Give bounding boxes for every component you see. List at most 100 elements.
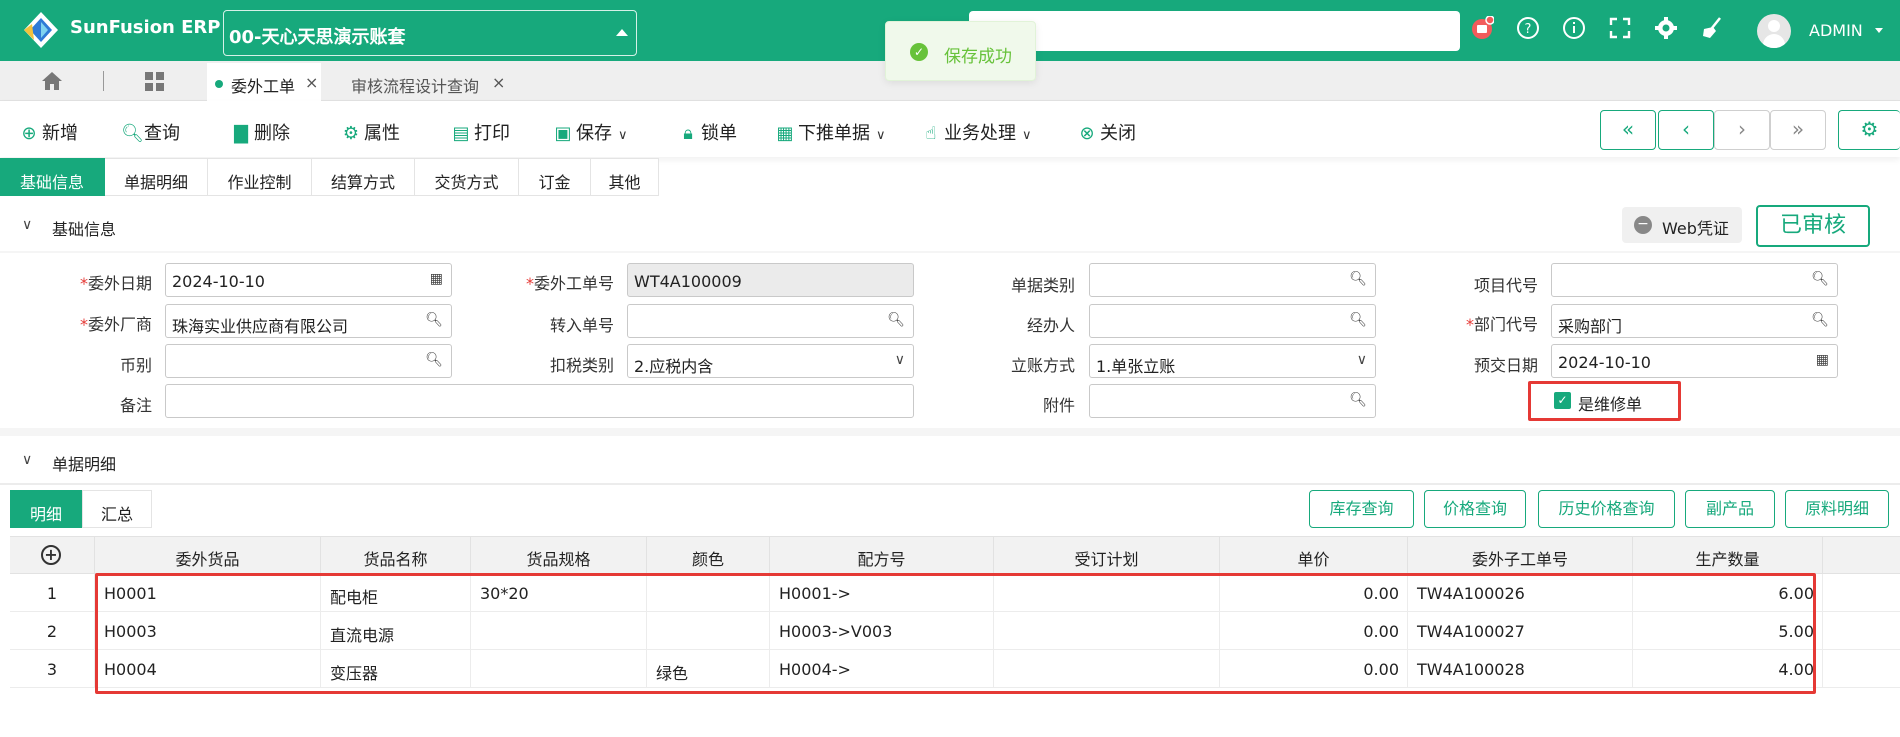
search-icon[interactable]: 🔍︎ [1811,271,1829,287]
clean-broom-icon[interactable] [1698,16,1726,44]
chevron-down-icon[interactable]: ∨ [895,352,905,368]
account-mode-label: 立账方式 [1010,356,1075,375]
bill-type-field[interactable]: 🔍︎ [1089,263,1376,297]
user-avatar[interactable] [1757,14,1791,48]
search-icon[interactable]: 🔍︎ [1349,392,1367,408]
search-icon[interactable]: 🔍︎ [425,312,443,328]
tab-other[interactable]: 其他 [591,158,659,196]
fullscreen-icon[interactable] [1606,16,1634,44]
by-product-button[interactable]: 副产品 [1685,490,1775,528]
help-icon[interactable]: ? [1514,16,1542,44]
col-color[interactable]: 颜色 [647,537,770,574]
material-detail-button[interactable]: 原料明细 [1785,490,1889,528]
account-mode-select[interactable]: 1.单张立账 ∨ [1089,344,1376,378]
workspace-tab[interactable] [135,61,175,101]
tax-type-select[interactable]: 2.应税内含 ∨ [627,344,914,378]
basic-info-section-header[interactable]: ∨ 基础信息 [0,201,1900,251]
save-success-toast: ✓ 保存成功 [885,21,1036,81]
push-down-label: 下推单据 [798,123,870,144]
tab-label: 审核流程设计查询 [351,77,480,96]
tab-outsource-order[interactable]: 委外工单 × [207,63,321,101]
price-query-button[interactable]: 价格查询 [1424,490,1526,528]
handler-field[interactable]: 🔍︎ [1089,304,1376,338]
col-unit-price[interactable]: 单价 [1220,537,1408,574]
tab-delivery[interactable]: 交货方式 [415,158,519,196]
history-price-query-button[interactable]: 历史价格查询 [1538,490,1675,528]
col-item-name[interactable]: 货品名称 [321,537,471,574]
search-icon[interactable]: 🔍︎ [1811,312,1829,328]
outsource-no-field[interactable]: WT4A100009 [627,263,914,297]
project-label: 项目代号 [1473,276,1538,295]
user-name[interactable]: ADMIN [1809,21,1863,40]
notification-bell-icon[interactable] [1468,15,1496,44]
tab-settlement[interactable]: 结算方式 [312,158,415,196]
web-voucher-button[interactable]: − Web凭证 [1622,207,1742,243]
close-button[interactable]: ⊗ 关闭 [1077,119,1136,145]
print-button[interactable]: ▤ 打印 [451,119,510,145]
project-field[interactable]: 🔍︎ [1551,263,1838,297]
attachment-field[interactable]: 🔍︎ [1089,384,1376,418]
attachment-label: 附件 [1042,396,1075,415]
dept-field[interactable]: 采购部门 🔍︎ [1551,304,1838,338]
search-icon[interactable]: 🔍︎ [425,352,443,368]
tab-audit-flow-query[interactable]: 审核流程设计查询 × [330,63,510,101]
remark-field[interactable] [165,384,914,418]
business-button[interactable]: ☝ 业务处理 ∨ [921,119,1032,145]
tab-summary[interactable]: 汇总 [82,490,152,528]
transfer-no-field[interactable]: 🔍︎ [627,304,914,338]
col-formula[interactable]: 配方号 [770,537,994,574]
tab-detail[interactable]: 明细 [10,490,82,528]
svg-text:?: ? [1525,22,1532,37]
close-tab-icon[interactable]: × [492,73,505,92]
tab-divider [103,71,104,91]
previous-record-button[interactable]: ‹ [1658,110,1714,150]
transfer-no-label: 转入单号 [549,316,614,335]
lock-button[interactable]: 🔒︎ 锁单 [678,119,737,145]
save-button[interactable]: ▣ 保存 ∨ [553,119,627,145]
vendor-field[interactable]: 珠海实业供应商有限公司 🔍︎ [165,304,452,338]
trash-icon: ▇ [234,123,248,144]
tab-basic-info[interactable]: 基础信息 [0,158,105,196]
close-tab-icon[interactable]: × [305,73,318,92]
col-production-qty[interactable]: 生产数量 [1633,537,1823,574]
settings-gear-icon[interactable] [1652,16,1680,44]
caret-down-icon[interactable] [1875,28,1883,33]
row-index: 3 [10,650,95,688]
currency-field[interactable]: 🔍︎ [165,344,452,378]
push-down-button[interactable]: ▦ 下推单据 ∨ [775,119,885,145]
col-item-spec[interactable]: 货品规格 [471,537,647,574]
first-record-button[interactable]: « [1600,110,1656,150]
global-search-input[interactable] [969,11,1460,51]
col-sub-order-no[interactable]: 委外子工单号 [1408,537,1633,574]
home-tab[interactable] [32,61,72,101]
toast-text: 保存成功 [944,47,1012,67]
tab-deposit[interactable]: 订金 [519,158,591,196]
search-icon[interactable]: 🔍︎ [887,312,905,328]
delivery-date-field[interactable]: 2024-10-10 ▦ [1551,344,1838,378]
add-circle-icon[interactable]: + [41,545,61,565]
new-label: 新增 [42,123,78,144]
properties-button[interactable]: ⚙ 属性 [341,119,400,145]
search-icon[interactable]: 🔍︎ [1349,271,1367,287]
audited-status-badge: 已审核 [1756,205,1870,247]
info-icon[interactable] [1560,16,1588,44]
calendar-icon[interactable]: ▦ [1816,352,1829,368]
query-button[interactable]: 🔍︎查询 [121,119,180,145]
outsource-date-field[interactable]: 2024-10-10 ▦ [165,263,452,297]
chevron-down-icon[interactable]: ∨ [1357,352,1367,368]
bill-details-section-header[interactable]: ∨ 单据明细 [0,436,1900,486]
stock-query-button[interactable]: 库存查询 [1309,490,1414,528]
search-icon[interactable]: 🔍︎ [1349,312,1367,328]
col-order-plan[interactable]: 受订计划 [994,537,1220,574]
delete-button[interactable]: ▇ 删除 [231,119,290,145]
col-outsource-item[interactable]: 委外货品 [95,537,321,574]
page-settings-button[interactable]: ⚙ [1838,110,1900,150]
next-record-button[interactable]: › [1714,110,1770,150]
account-selector[interactable]: 00-天心天思演示账套 [223,10,637,56]
calendar-icon[interactable]: ▦ [430,271,443,287]
last-record-button[interactable]: » [1770,110,1826,150]
tab-work-control[interactable]: 作业控制 [208,158,312,196]
tab-bill-details[interactable]: 单据明细 [105,158,208,196]
add-row-column[interactable]: + [10,537,95,574]
new-button[interactable]: ⊕ 新增 [19,119,78,145]
